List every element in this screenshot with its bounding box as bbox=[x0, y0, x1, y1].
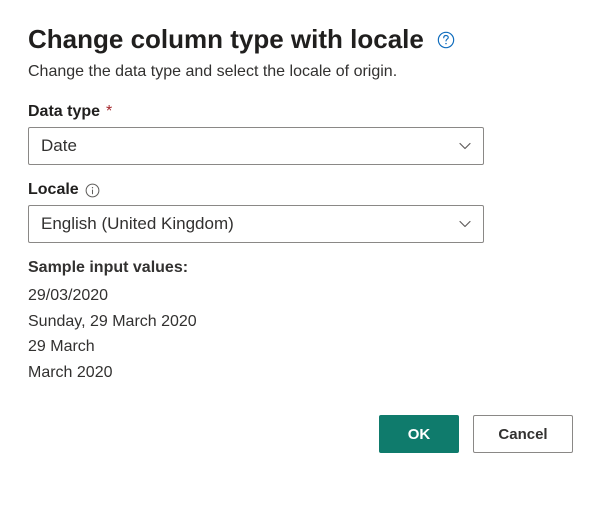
sample-value: Sunday, 29 March 2020 bbox=[28, 309, 573, 335]
dialog-subtitle: Change the data type and select the loca… bbox=[28, 63, 573, 81]
locale-value: English (United Kingdom) bbox=[41, 214, 234, 234]
data-type-value: Date bbox=[41, 136, 77, 156]
help-icon[interactable] bbox=[436, 30, 456, 50]
samples-label: Sample input values: bbox=[28, 259, 573, 277]
chevron-down-icon bbox=[457, 216, 473, 232]
sample-value: 29/03/2020 bbox=[28, 283, 573, 309]
data-type-label: Data type bbox=[28, 103, 100, 121]
dialog-title: Change column type with locale bbox=[28, 24, 424, 55]
cancel-button[interactable]: Cancel bbox=[473, 415, 573, 453]
locale-dropdown[interactable]: English (United Kingdom) bbox=[28, 205, 484, 243]
locale-label: Locale bbox=[28, 181, 79, 199]
required-asterisk: * bbox=[106, 103, 112, 121]
data-type-dropdown[interactable]: Date bbox=[28, 127, 484, 165]
info-icon[interactable] bbox=[85, 182, 101, 198]
ok-button[interactable]: OK bbox=[379, 415, 459, 453]
sample-value: March 2020 bbox=[28, 360, 573, 386]
sample-value: 29 March bbox=[28, 334, 573, 360]
chevron-down-icon bbox=[457, 138, 473, 154]
